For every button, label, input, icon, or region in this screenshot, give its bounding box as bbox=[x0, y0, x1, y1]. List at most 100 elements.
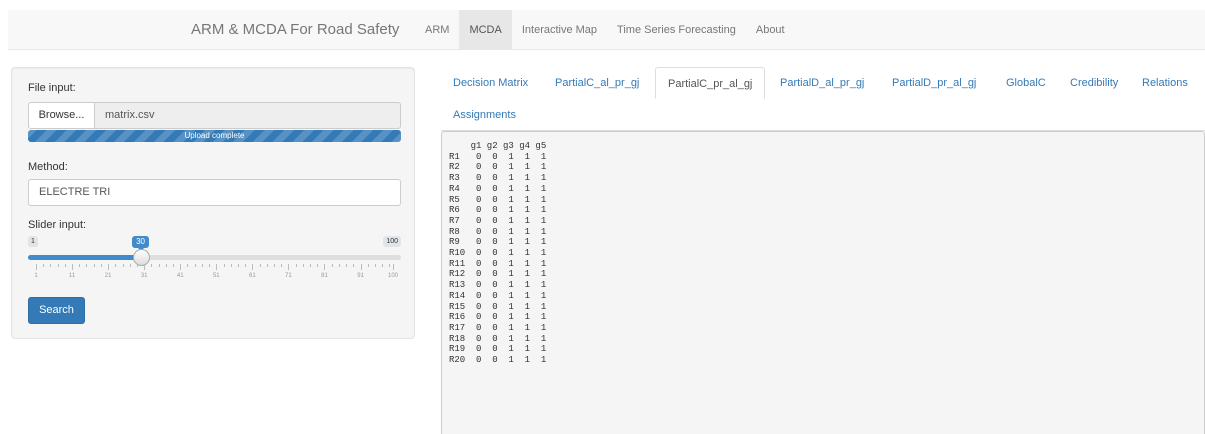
nav-item-mcda[interactable]: MCDA bbox=[459, 10, 512, 50]
slider-tick-label: 11 bbox=[68, 273, 76, 279]
slider-minor-tick bbox=[245, 264, 247, 267]
slider-tick bbox=[108, 264, 110, 270]
tab-partiald-al-pr-gj[interactable]: PartialD_al_pr_gj bbox=[768, 67, 876, 99]
slider-tick-label: 91 bbox=[357, 273, 364, 279]
slider-minor-tick bbox=[100, 264, 102, 267]
file-input: Browse... matrix.csv bbox=[28, 102, 401, 129]
slider-minor-tick bbox=[64, 264, 66, 267]
slider-tick-label: 100 bbox=[387, 273, 399, 279]
slider-minor-tick bbox=[374, 264, 376, 267]
tab-assignments[interactable]: Assignments bbox=[441, 99, 528, 131]
slider-tick bbox=[252, 264, 254, 270]
top-navbar: ARM & MCDA For Road Safety ARM MCDA Inte… bbox=[8, 10, 1205, 50]
slider-minor-tick bbox=[86, 264, 88, 267]
upload-progress-bar: Upload complete bbox=[28, 130, 401, 142]
slider-minor-tick bbox=[194, 264, 196, 267]
matrix-output: g1 g2 g3 g4 g5 R1 0 0 1 1 1 R2 0 0 1 1 1… bbox=[441, 131, 1205, 434]
slider-max-label: 100 bbox=[383, 236, 401, 247]
nav-item-interactive-map[interactable]: Interactive Map bbox=[512, 10, 607, 50]
slider-minor-tick bbox=[353, 264, 355, 267]
slider-minor-tick bbox=[223, 264, 225, 267]
tab-relations[interactable]: Relations bbox=[1130, 67, 1200, 99]
method-input[interactable]: ELECTRE TRI bbox=[28, 179, 401, 206]
sidebar-panel: File input: Browse... matrix.csv Upload … bbox=[11, 67, 415, 339]
tab-partialc-pr-al-gj[interactable]: PartialC_pr_al_gj bbox=[655, 67, 766, 99]
slider-minor-tick bbox=[151, 264, 153, 267]
slider-minor-tick bbox=[346, 264, 348, 267]
slider-minor-tick bbox=[237, 264, 239, 267]
nav-item-about[interactable]: About bbox=[746, 10, 795, 50]
slider-tick-label: 21 bbox=[104, 273, 112, 279]
slider-min-label: 1 bbox=[28, 236, 38, 247]
tab-decision-matrix[interactable]: Decision Matrix bbox=[441, 67, 540, 99]
file-input-label: File input: bbox=[28, 82, 76, 94]
slider-minor-tick bbox=[259, 264, 261, 267]
slider-minor-tick bbox=[173, 264, 175, 267]
slider-minor-tick bbox=[165, 264, 167, 267]
slider-track[interactable] bbox=[28, 249, 401, 266]
slider-minor-tick bbox=[295, 264, 297, 267]
slider-tick bbox=[72, 264, 74, 270]
slider-minor-tick bbox=[158, 264, 160, 267]
slider-tick bbox=[216, 264, 218, 270]
matrix-text: g1 g2 g3 g4 g5 R1 0 0 1 1 1 R2 0 0 1 1 1… bbox=[449, 141, 547, 366]
nav-item-arm[interactable]: ARM bbox=[415, 10, 459, 50]
slider-minor-tick bbox=[43, 264, 45, 267]
slider-minor-tick bbox=[136, 264, 138, 267]
slider-minor-tick bbox=[115, 264, 117, 267]
slider-minor-tick bbox=[281, 264, 283, 267]
file-name-field[interactable]: matrix.csv bbox=[95, 102, 401, 129]
slider-value-label: 30 bbox=[132, 236, 149, 251]
tab-credibility[interactable]: Credibility bbox=[1058, 67, 1130, 99]
slider-minor-tick bbox=[302, 264, 304, 267]
slider-tick bbox=[393, 264, 394, 270]
slider-tick-label: 41 bbox=[176, 273, 184, 279]
slider-minor-tick bbox=[187, 264, 189, 267]
slider-minor-tick bbox=[274, 264, 275, 267]
slider-minor-tick bbox=[129, 264, 131, 267]
slider-minor-tick bbox=[79, 264, 81, 267]
slider-minor-tick bbox=[230, 264, 232, 267]
slider-tick-label: 81 bbox=[321, 273, 328, 279]
slider-minor-tick bbox=[122, 264, 124, 267]
slider-minor-tick bbox=[331, 264, 333, 267]
slider-tick-label: 1 bbox=[34, 273, 38, 279]
slider-label: Slider input: bbox=[28, 219, 87, 231]
nav-item-time-series-forecasting[interactable]: Time Series Forecasting bbox=[607, 10, 746, 50]
tab-partiald-pr-al-gj[interactable]: PartialD_pr_al_gj bbox=[880, 67, 988, 99]
slider-minor-tick bbox=[367, 264, 369, 267]
slider-minor-tick bbox=[310, 264, 312, 267]
slider-tick-label: 71 bbox=[285, 273, 292, 279]
slider-minor-tick bbox=[93, 264, 95, 267]
slider-minor-tick bbox=[266, 264, 268, 267]
tab-globalc[interactable]: GlobalC bbox=[994, 67, 1058, 99]
slider-handle[interactable] bbox=[132, 249, 150, 266]
slider-minor-tick bbox=[338, 264, 340, 267]
app-brand[interactable]: ARM & MCDA For Road Safety bbox=[191, 10, 399, 50]
slider-minor-tick bbox=[317, 264, 319, 267]
slider-fill-bar bbox=[28, 255, 141, 260]
slider-tick bbox=[324, 264, 326, 270]
slider-minor-tick bbox=[57, 264, 59, 267]
slider-tick-label: 31 bbox=[140, 273, 148, 279]
search-button[interactable]: Search bbox=[28, 297, 85, 324]
slider-tick bbox=[288, 264, 290, 270]
slider-tick bbox=[36, 264, 37, 270]
main-nav: ARM MCDA Interactive Map Time Series For… bbox=[415, 10, 795, 50]
slider-tick bbox=[180, 264, 182, 270]
slider-minor-tick bbox=[382, 264, 384, 267]
slider-tick-label: 51 bbox=[212, 273, 220, 279]
upload-status-text: Upload complete bbox=[184, 131, 245, 140]
slider-minor-tick bbox=[209, 264, 211, 267]
tab-partialc-al-pr-gj[interactable]: PartialC_al_pr_gj bbox=[543, 67, 651, 99]
method-label: Method: bbox=[28, 161, 68, 173]
browse-button[interactable]: Browse... bbox=[28, 102, 95, 129]
slider-tick bbox=[360, 264, 362, 270]
result-tabs: Decision Matrix PartialC_al_pr_gj Partia… bbox=[441, 67, 1205, 131]
slider-tick bbox=[144, 264, 146, 270]
slider-minor-tick bbox=[50, 264, 52, 267]
range-slider[interactable]: 1 100 30 1 11 21 31 41 51 61 71 81 91 100 bbox=[28, 236, 401, 292]
slider-minor-tick bbox=[389, 264, 391, 267]
slider-minor-tick bbox=[201, 264, 203, 267]
slider-tick-label: 61 bbox=[249, 273, 256, 279]
